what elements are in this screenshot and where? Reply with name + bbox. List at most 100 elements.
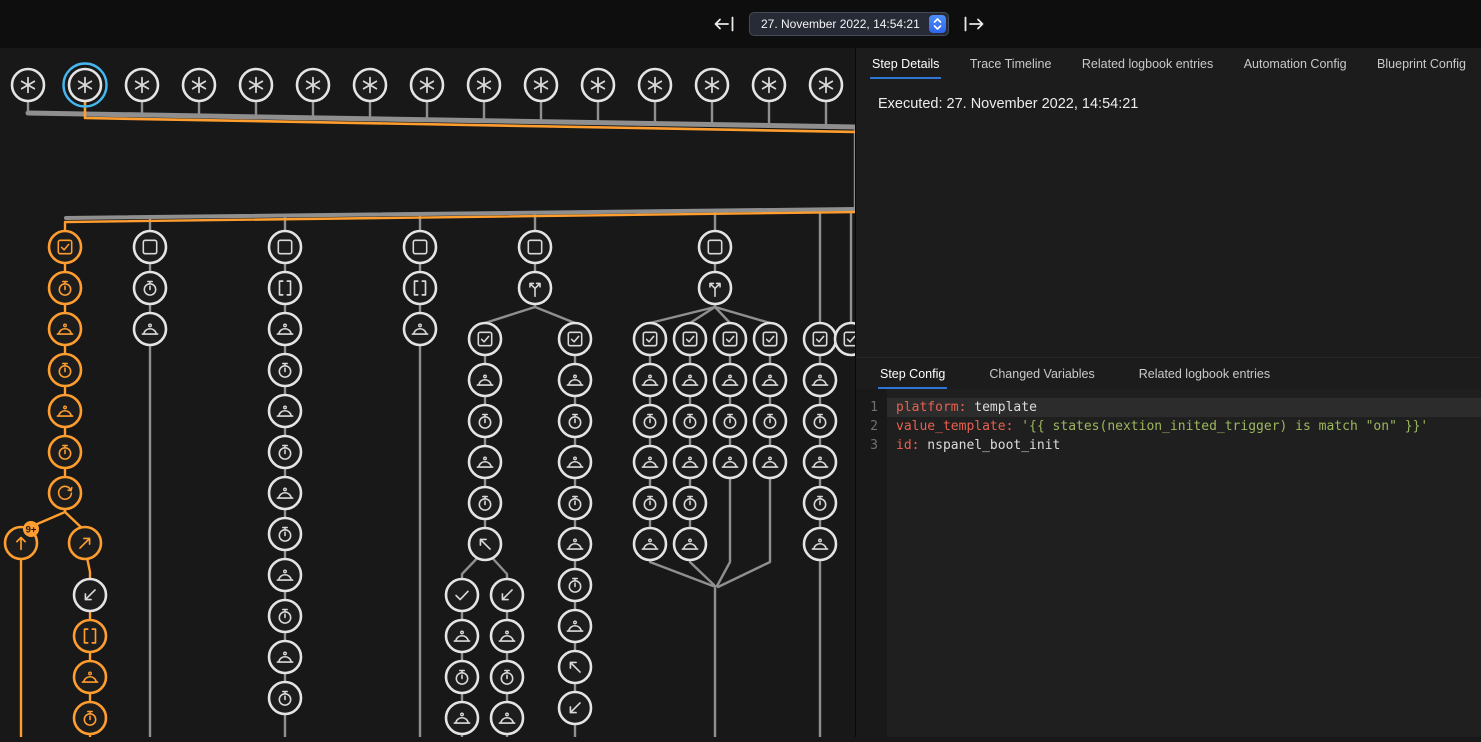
graph-node-asterisk[interactable]: [639, 69, 671, 101]
graph-node-timer[interactable]: [269, 600, 301, 632]
graph-node-timer[interactable]: [269, 682, 301, 714]
graph-node-brackets[interactable]: [74, 620, 106, 652]
graph-node-checkbox[interactable]: [754, 323, 786, 355]
graph-node-service[interactable]: [634, 364, 666, 396]
graph-node-service[interactable]: [134, 313, 166, 345]
graph-node-timer[interactable]: [674, 405, 706, 437]
graph-node-arrow-up[interactable]: 9+: [5, 521, 39, 559]
graph-node-service[interactable]: [49, 313, 81, 345]
graph-node-checkbox[interactable]: [559, 323, 591, 355]
graph-node-service[interactable]: [754, 364, 786, 396]
graph-node-timer[interactable]: [469, 405, 501, 437]
graph-node-service[interactable]: [804, 364, 836, 396]
graph-node-checkbox-blank[interactable]: [699, 231, 731, 263]
graph-node-timer[interactable]: [491, 661, 523, 693]
previous-trace-button[interactable]: [712, 12, 736, 36]
graph-node-split[interactable]: [699, 272, 731, 304]
trace-timestamp-select[interactable]: 27. November 2022, 14:54:21: [749, 12, 949, 36]
graph-node-service[interactable]: [674, 364, 706, 396]
tab-automation-config[interactable]: Automation Config: [1242, 48, 1349, 79]
graph-node-service[interactable]: [559, 446, 591, 478]
graph-node-service[interactable]: [404, 313, 436, 345]
graph-node-asterisk[interactable]: [183, 69, 215, 101]
automation-trace-graph[interactable]: 9+: [0, 48, 855, 737]
graph-node-asterisk[interactable]: [810, 69, 842, 101]
graph-node-asterisk[interactable]: [468, 69, 500, 101]
tab-trace-timeline[interactable]: Trace Timeline: [968, 48, 1054, 79]
next-trace-button[interactable]: [962, 12, 986, 36]
graph-node-asterisk[interactable]: [126, 69, 158, 101]
graph-node-service[interactable]: [446, 620, 478, 652]
graph-node-asterisk[interactable]: [696, 69, 728, 101]
graph-node-arrow-bl[interactable]: [491, 579, 523, 611]
graph-node-asterisk[interactable]: [12, 69, 44, 101]
graph-node-asterisk[interactable]: [240, 69, 272, 101]
graph-node-service[interactable]: [804, 528, 836, 560]
tab-related-logbook-entries[interactable]: Related logbook entries: [1080, 48, 1215, 79]
graph-node-service[interactable]: [634, 528, 666, 560]
graph-node-timer[interactable]: [634, 487, 666, 519]
yaml-code-editor[interactable]: 1platform: template2value_template: '{{ …: [856, 389, 1481, 737]
graph-node-timer[interactable]: [559, 487, 591, 519]
graph-node-service[interactable]: [269, 559, 301, 591]
graph-node-timer[interactable]: [634, 405, 666, 437]
graph-node-checkbox-blank[interactable]: [269, 231, 301, 263]
graph-node-arrow-bl[interactable]: [559, 692, 591, 724]
tab-blueprint-config[interactable]: Blueprint Config: [1375, 48, 1468, 79]
graph-node-service[interactable]: [269, 641, 301, 673]
graph-node-service[interactable]: [491, 702, 523, 734]
tab-step-details[interactable]: Step Details: [870, 48, 941, 79]
graph-node-service[interactable]: [754, 446, 786, 478]
graph-node-arrow-tl[interactable]: [469, 528, 501, 560]
graph-node-timer[interactable]: [469, 487, 501, 519]
graph-node-checkbox[interactable]: [804, 323, 836, 355]
graph-node-asterisk[interactable]: [525, 69, 557, 101]
graph-node-timer[interactable]: [674, 487, 706, 519]
graph-node-timer[interactable]: [134, 272, 166, 304]
graph-node-timer[interactable]: [269, 518, 301, 550]
tab-changed-variables[interactable]: Changed Variables: [987, 358, 1096, 389]
graph-node-service[interactable]: [269, 395, 301, 427]
graph-node-timer[interactable]: [74, 702, 106, 734]
graph-node-service[interactable]: [674, 528, 706, 560]
graph-node-service[interactable]: [74, 661, 106, 693]
graph-node-checkbox[interactable]: [469, 323, 501, 355]
graph-node-service[interactable]: [469, 446, 501, 478]
graph-node-brackets[interactable]: [269, 272, 301, 304]
graph-node-arrow-tl[interactable]: [559, 651, 591, 683]
graph-node-timer[interactable]: [49, 354, 81, 386]
graph-node-service[interactable]: [714, 364, 746, 396]
graph-node-repeat[interactable]: [49, 477, 81, 509]
graph-node-checkbox-blank[interactable]: [134, 231, 166, 263]
graph-node-checkbox-blank[interactable]: [519, 231, 551, 263]
graph-node-service[interactable]: [269, 477, 301, 509]
graph-node-checkbox[interactable]: [634, 323, 666, 355]
graph-node-checkbox[interactable]: [49, 231, 81, 263]
graph-node-service[interactable]: [634, 446, 666, 478]
graph-node-service[interactable]: [714, 446, 746, 478]
graph-node-asterisk[interactable]: [411, 69, 443, 101]
graph-node-service[interactable]: [559, 610, 591, 642]
graph-node-timer[interactable]: [714, 405, 746, 437]
graph-node-checkbox[interactable]: [835, 323, 855, 355]
graph-node-timer[interactable]: [559, 405, 591, 437]
graph-node-timer[interactable]: [446, 661, 478, 693]
graph-node-service[interactable]: [469, 364, 501, 396]
graph-node-timer[interactable]: [559, 569, 591, 601]
graph-node-timer[interactable]: [754, 405, 786, 437]
graph-node-brackets[interactable]: [404, 272, 436, 304]
graph-node-timer[interactable]: [269, 436, 301, 468]
graph-node-check[interactable]: [446, 579, 478, 611]
graph-node-checkbox[interactable]: [674, 323, 706, 355]
graph-node-asterisk[interactable]: [582, 69, 614, 101]
graph-node-checkbox[interactable]: [714, 323, 746, 355]
graph-node-split[interactable]: [519, 272, 551, 304]
graph-node-service[interactable]: [674, 446, 706, 478]
tab-related-logbook-entries[interactable]: Related logbook entries: [1137, 358, 1272, 389]
graph-node-service[interactable]: [49, 395, 81, 427]
graph-node-service[interactable]: [559, 364, 591, 396]
graph-node-timer[interactable]: [804, 487, 836, 519]
graph-node-asterisk[interactable]: [753, 69, 785, 101]
graph-node-timer[interactable]: [49, 436, 81, 468]
graph-node-arrow-tr[interactable]: [69, 527, 101, 559]
